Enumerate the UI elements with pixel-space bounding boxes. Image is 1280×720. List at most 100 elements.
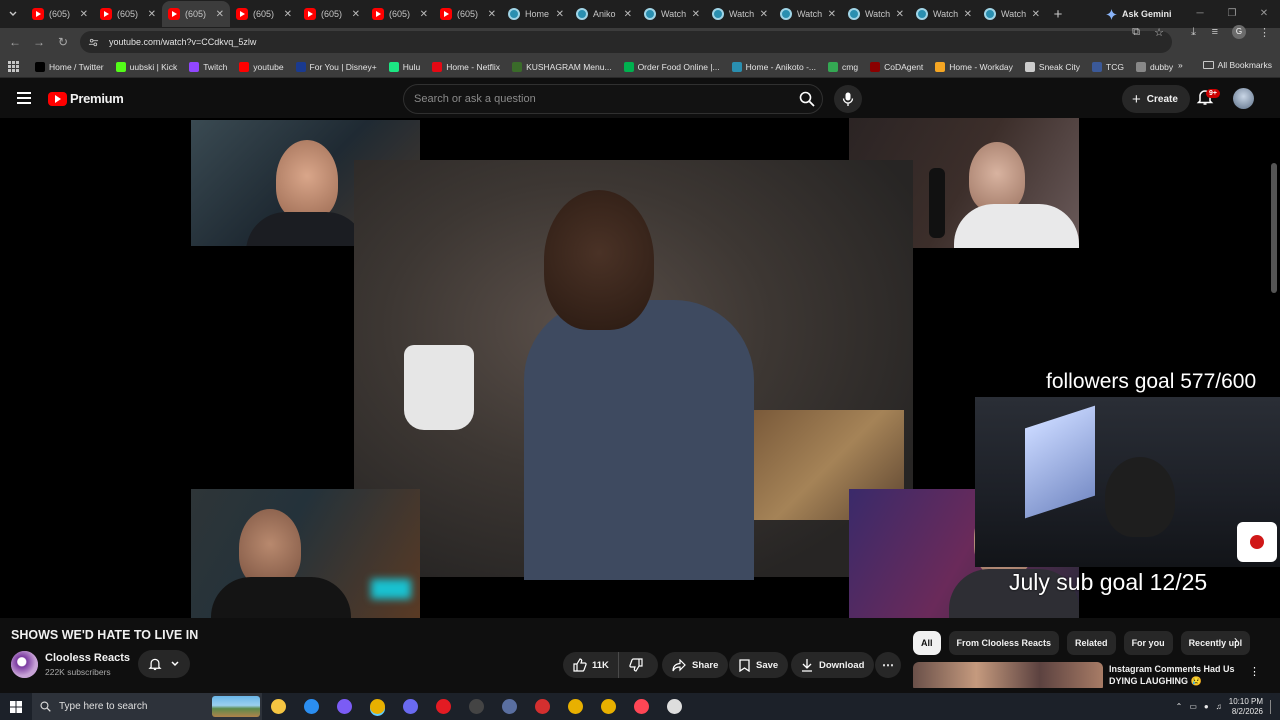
volume-icon[interactable]: ♫	[1216, 702, 1222, 711]
filter-chip[interactable]: Recently upl	[1180, 631, 1251, 655]
address-bar[interactable]: youtube.com/watch?v=CCdkvq_5zlw	[80, 31, 1172, 53]
filter-chip[interactable]: From Clooless Reacts	[948, 631, 1060, 655]
close-tab-icon[interactable]: ✕	[556, 9, 564, 20]
download-icon[interactable]: ⤓	[1191, 26, 1196, 39]
bookmark-item[interactable]: CoDAgent	[864, 61, 929, 72]
taskbar-app[interactable]	[658, 693, 691, 720]
overflow-chevron-icon[interactable]: »	[1178, 60, 1183, 70]
close-tab-icon[interactable]: ✕	[828, 9, 836, 20]
bookmark-item[interactable]: cmg	[822, 61, 864, 72]
bookmark-item[interactable]: Hulu	[383, 61, 426, 72]
bookmark-item[interactable]: uubski | Kick	[110, 61, 184, 72]
all-bookmarks-button[interactable]: » All Bookmarks	[1178, 60, 1272, 70]
browser-tab[interactable]: Watch ✕	[638, 1, 706, 27]
close-tab-icon[interactable]: ✕	[352, 9, 360, 20]
download-button[interactable]: Download	[791, 652, 875, 678]
new-tab-button[interactable]: +	[1046, 6, 1070, 23]
bookmark-item[interactable]: Home / Twitter	[29, 61, 110, 72]
recommended-title[interactable]: Instagram Comments Had Us DYING LAUGHING…	[1109, 663, 1244, 687]
filter-chip[interactable]: Related	[1067, 631, 1116, 655]
browser-tab[interactable]: (605) ✕	[230, 1, 298, 27]
bookmark-item[interactable]: For You | Disney+	[290, 61, 383, 72]
profile-avatar[interactable]: G	[1232, 25, 1246, 39]
close-tab-icon[interactable]: ✕	[488, 9, 496, 20]
save-button[interactable]: Save	[729, 652, 789, 678]
browser-tab[interactable]: Watch ✕	[706, 1, 774, 27]
ask-gemini-button[interactable]: Ask Gemini	[1106, 4, 1172, 24]
taskbar-app[interactable]	[559, 693, 592, 720]
recommended-video[interactable]: Instagram Comments Had Us DYING LAUGHING…	[913, 662, 1268, 688]
close-tab-icon[interactable]: ✕	[420, 9, 428, 20]
more-actions-button[interactable]: ⋯	[875, 652, 901, 678]
dislike-button[interactable]	[619, 652, 643, 678]
close-tab-icon[interactable]: ✕	[760, 9, 768, 20]
taskbar-app[interactable]	[262, 693, 295, 720]
cast-icon[interactable]: ⧉	[1132, 26, 1140, 39]
bookmark-item[interactable]: Home - Netflix	[426, 61, 506, 72]
channel-avatar[interactable]	[11, 651, 38, 678]
tray-overflow-icon[interactable]: ⌃	[1176, 702, 1183, 711]
taskbar-app[interactable]	[361, 693, 394, 720]
bookmark-item[interactable]: dubby	[1130, 61, 1179, 72]
reload-button[interactable]: ↻	[51, 35, 75, 49]
forward-button[interactable]: →	[27, 35, 51, 49]
account-avatar[interactable]	[1233, 88, 1254, 109]
tab-search-dropdown[interactable]	[0, 1, 26, 27]
youtube-logo[interactable]: Premium	[48, 91, 124, 106]
close-tab-icon[interactable]: ✕	[624, 9, 632, 20]
bookmark-item[interactable]: Home - Workday	[929, 61, 1019, 72]
filter-chip[interactable]: All	[913, 631, 941, 655]
site-info-icon[interactable]	[88, 37, 99, 48]
bookmark-item[interactable]: youtube	[233, 61, 289, 72]
taskbar-app[interactable]	[625, 693, 658, 720]
menu-icon[interactable]	[17, 92, 31, 104]
recommended-thumbnail[interactable]	[913, 662, 1103, 688]
menu-kebab-icon[interactable]: ⋮	[1259, 26, 1270, 39]
close-tab-icon[interactable]: ✕	[964, 9, 972, 20]
taskbar-app[interactable]	[394, 693, 427, 720]
start-button[interactable]	[0, 693, 32, 720]
create-button[interactable]: + Create	[1122, 85, 1190, 113]
microphone-tray-icon[interactable]: ●	[1204, 702, 1209, 711]
bookmark-item[interactable]: Twitch	[183, 61, 233, 72]
voice-search-button[interactable]	[834, 85, 862, 113]
browser-tab[interactable]: Watch ✕	[842, 1, 910, 27]
browser-tab[interactable]: Home ✕	[502, 1, 570, 27]
taskbar-app[interactable]	[493, 693, 526, 720]
page-scrollbar[interactable]	[1271, 163, 1277, 293]
browser-tab[interactable]: (605) ✕	[434, 1, 502, 27]
search-button[interactable]	[796, 88, 818, 110]
like-button[interactable]: 11K	[563, 652, 619, 678]
browser-tab[interactable]: Aniko ✕	[570, 1, 638, 27]
close-tab-icon[interactable]: ✕	[1032, 9, 1040, 20]
close-tab-icon[interactable]: ✕	[896, 9, 904, 20]
restore-icon[interactable]: ❐	[1216, 0, 1248, 28]
taskbar-search[interactable]: Type here to search	[32, 693, 262, 720]
bookmark-item[interactable]: KUSHAGRAM Menu...	[506, 61, 618, 72]
close-tab-icon[interactable]: ✕	[216, 9, 224, 20]
bookmark-item[interactable]: Order Food Online |...	[618, 61, 726, 72]
browser-tab[interactable]: Watch ✕	[774, 1, 842, 27]
bookmark-item[interactable]: TCG	[1086, 61, 1130, 72]
close-tab-icon[interactable]: ✕	[692, 9, 700, 20]
browser-tab[interactable]: (605) ✕	[26, 1, 94, 27]
close-tab-icon[interactable]: ✕	[284, 9, 292, 20]
bookmark-star-icon[interactable]: ☆	[1154, 26, 1164, 39]
notification-center-icon[interactable]	[1270, 699, 1274, 714]
chips-next-icon[interactable]: ›	[1234, 633, 1238, 647]
taskbar-app[interactable]	[460, 693, 493, 720]
close-tab-icon[interactable]: ✕	[148, 9, 156, 20]
system-clock[interactable]: 10:10 PM 8/2/2026	[1229, 697, 1263, 717]
search-input[interactable]	[414, 93, 774, 105]
back-button[interactable]: ←	[3, 35, 27, 49]
browser-tab[interactable]: Watch ✕	[910, 1, 978, 27]
close-tab-icon[interactable]: ✕	[80, 9, 88, 20]
taskbar-app[interactable]	[328, 693, 361, 720]
browser-tab[interactable]: (605) ✕	[298, 1, 366, 27]
close-window-icon[interactable]: ✕	[1248, 0, 1280, 28]
apps-grid-icon[interactable]	[8, 61, 19, 72]
network-icon[interactable]: ▭	[1189, 702, 1197, 711]
browser-tab[interactable]: (605) ✕	[94, 1, 162, 27]
recommended-menu-icon[interactable]: ⋮	[1249, 665, 1260, 678]
bookmark-item[interactable]: Home - Anikoto -...	[726, 61, 822, 72]
